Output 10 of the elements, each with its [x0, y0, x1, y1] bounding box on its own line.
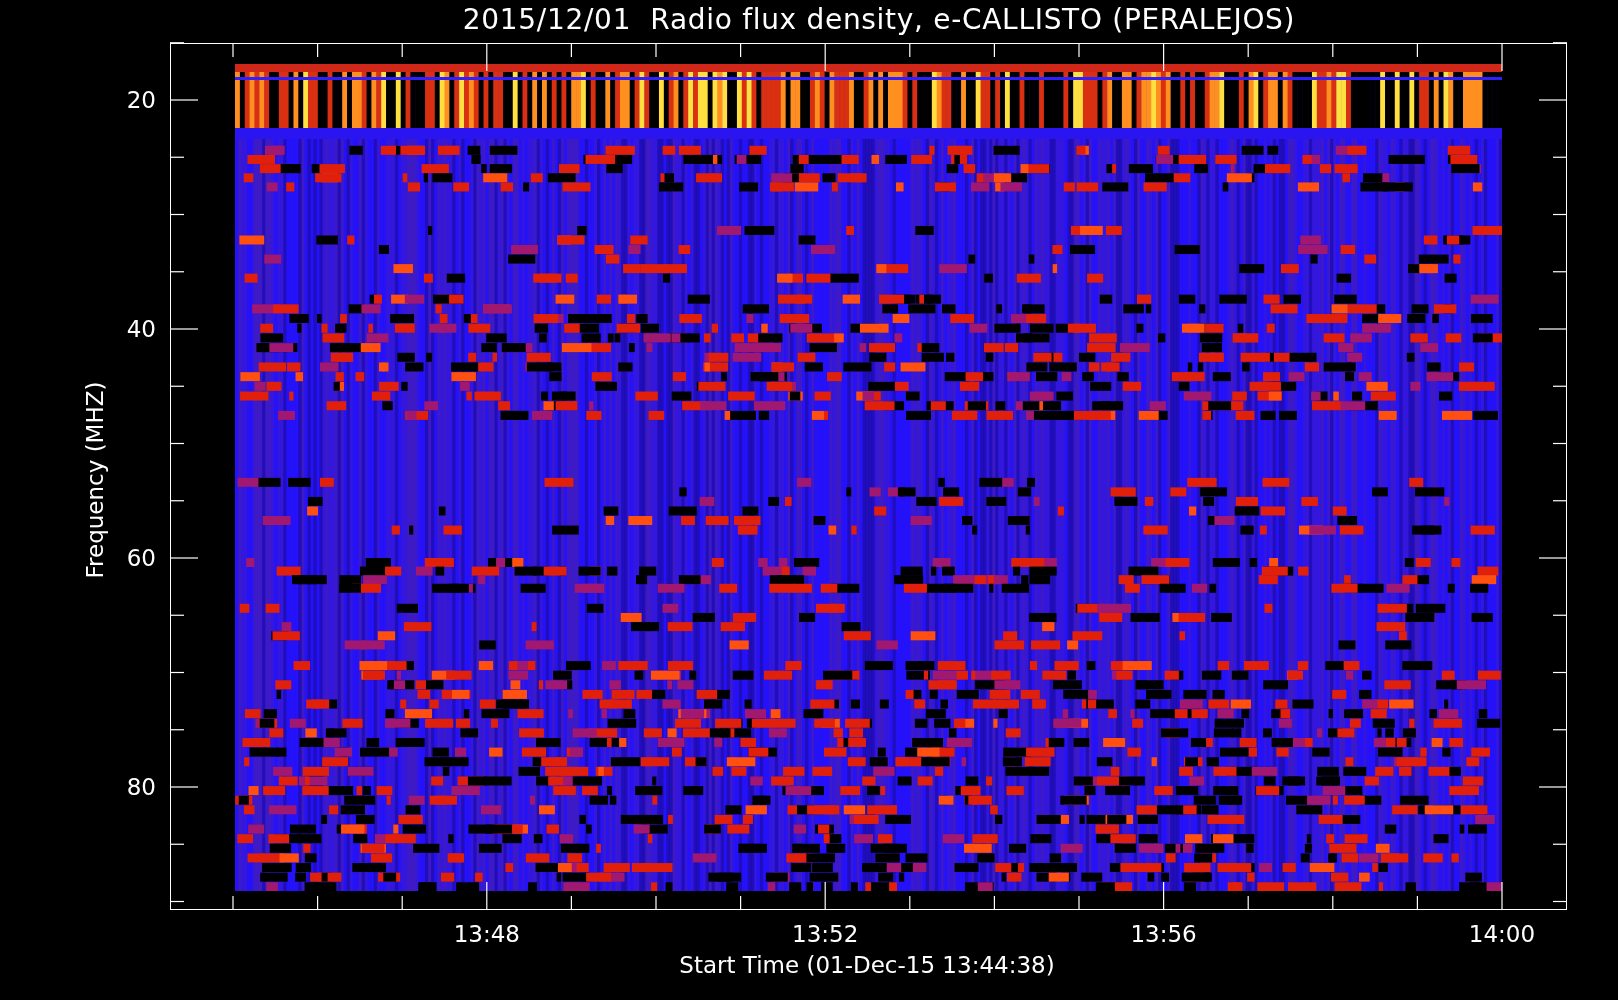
chart-title: 2015/12/01 Radio flux density, e-CALLISTO (PERALEJOS)	[462, 2, 1296, 38]
y-axis-label: Frequency (MHZ)	[81, 381, 109, 579]
x-tick-label: 13:56	[1129, 920, 1198, 948]
x-tick-label: 13:48	[452, 920, 521, 948]
x-tick-label: 14:00	[1467, 920, 1537, 948]
x-axis-label: Start Time (01-Dec-15 13:44:38)	[679, 951, 1055, 980]
y-tick-label: 80	[125, 773, 156, 801]
y-tick-label: 20	[125, 86, 156, 114]
y-tick-label: 40	[125, 315, 156, 343]
x-tick-label: 13:52	[791, 920, 860, 948]
